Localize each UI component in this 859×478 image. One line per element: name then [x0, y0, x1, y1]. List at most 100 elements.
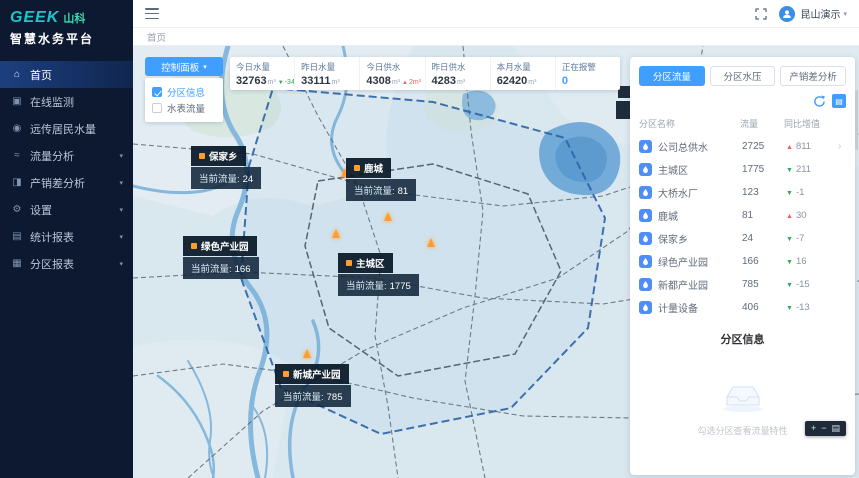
checkbox-icon[interactable]	[152, 87, 162, 97]
map-marker-icon[interactable]	[427, 238, 435, 247]
stat-cell: 正在报警 0	[556, 57, 620, 90]
user-avatar[interactable]	[779, 6, 795, 22]
layer-panel: 控制面板 分区信息 水表流量	[145, 57, 223, 122]
stat-label: 本月水量	[497, 61, 549, 73]
water-drop-icon	[639, 186, 652, 199]
sidebar-item-label: 设置	[30, 202, 119, 218]
trend-arrow-icon: ▲	[786, 213, 793, 220]
zoom-out-icon[interactable]: −	[821, 424, 826, 433]
scrollbar[interactable]	[855, 90, 858, 150]
panel-actions: ▤	[639, 94, 846, 108]
clipped-tooltip	[616, 101, 630, 119]
water-drop-icon	[639, 163, 652, 176]
chevron-down-icon	[843, 10, 847, 18]
stat-unit: m³	[268, 79, 276, 86]
zone-delta: ▼-15	[786, 279, 838, 290]
zone-table-row[interactable]: 大桥水厂 123 ▼-1	[639, 181, 846, 204]
zone-name: 鹿城	[658, 208, 742, 223]
topbar: 昆山演示	[133, 0, 859, 28]
trend-arrow-icon: ▼	[786, 190, 793, 197]
zone-flow: 166	[742, 256, 786, 267]
stat-label: 昨日水量	[301, 61, 353, 73]
zone-flow: 406	[742, 302, 786, 313]
zone-delta: ▼16	[786, 256, 838, 267]
zone-flow: 1775	[742, 164, 786, 175]
water-drop-icon	[639, 232, 652, 245]
stat-label: 今日水量	[236, 61, 288, 73]
fullscreen-icon[interactable]	[755, 8, 767, 20]
sidebar-item-label: 流量分析	[30, 148, 119, 164]
chevron-right-icon	[838, 141, 846, 152]
panel-grid-icon[interactable]: ▤	[832, 94, 846, 108]
chevron-down-icon	[119, 260, 123, 268]
sidebar-item-在线监测[interactable]: ▣ 在线监测	[0, 88, 133, 115]
layer-option[interactable]: 分区信息	[152, 84, 216, 100]
zone-delta: ▼-7	[786, 233, 838, 244]
zone-delta: ▲811	[786, 141, 838, 152]
zoom-in-icon[interactable]: +	[811, 424, 816, 433]
chevron-down-icon	[119, 206, 123, 214]
map-marker-icon[interactable]	[303, 349, 311, 358]
empty-state-icon	[639, 379, 846, 418]
breadcrumb-item-home[interactable]: 首页	[147, 30, 166, 44]
tab-分区流量[interactable]: 分区流量	[639, 66, 705, 86]
sidebar-item-label: 分区报表	[30, 256, 119, 272]
refresh-icon[interactable]	[813, 95, 826, 108]
zone-table-row[interactable]: 主城区 1775 ▼211	[639, 158, 846, 181]
zone-table-row[interactable]: 公司总供水 2725 ▲811	[639, 135, 846, 158]
zone-table-row[interactable]: 新都产业园 785 ▼-15	[639, 273, 846, 296]
zone-table-row[interactable]: 保家乡 24 ▼-7	[639, 227, 846, 250]
zone-table-header: 分区名称 流量 同比增值	[639, 117, 846, 130]
zone-delta: ▼-13	[786, 302, 838, 313]
tab-产销差分析[interactable]: 产销差分析	[780, 66, 846, 86]
water-drop-icon	[639, 140, 652, 153]
trend-arrow-icon: ▼	[786, 305, 793, 312]
zone-detail-title: 分区信息	[639, 331, 846, 347]
zone-table-row[interactable]: 绿色产业园 166 ▼16	[639, 250, 846, 273]
sidebar-item-远传居民水量[interactable]: ◉ 远传居民水量	[0, 115, 133, 142]
sidebar-item-设置[interactable]: ⚙ 设置	[0, 196, 133, 223]
sidebar: GEEK 山科 智慧水务平台 ⌂ 首页 ▣ 在线监测 ◉ 远传居民水量 ≈ 流量…	[0, 0, 133, 478]
stat-cell: 今日供水 4308 m³ ▲2m³	[360, 57, 425, 90]
zone-name: 主城区	[658, 162, 742, 177]
zone-name: 新都产业园	[658, 277, 742, 292]
sidebar-item-label: 首页	[30, 67, 123, 83]
collapse-sidebar-icon[interactable]	[145, 8, 159, 19]
sidebar-item-流量分析[interactable]: ≈ 流量分析	[0, 142, 133, 169]
stat-unit: m³	[528, 79, 536, 86]
chevron-down-icon	[119, 152, 123, 160]
checkbox-icon[interactable]	[152, 103, 162, 113]
sidebar-item-产销差分析[interactable]: ◨ 产销差分析	[0, 169, 133, 196]
sidebar-menu: ⌂ 首页 ▣ 在线监测 ◉ 远传居民水量 ≈ 流量分析 ◨ 产销差分析 ⚙ 设置…	[0, 61, 133, 277]
sidebar-item-统计报表[interactable]: ▤ 统计报表	[0, 223, 133, 250]
layer-option-label: 分区信息	[167, 85, 205, 99]
zone-table-row[interactable]: 计量设备 406 ▼-13	[639, 296, 846, 319]
layer-panel-button[interactable]: 控制面板	[145, 57, 223, 76]
water-drop-icon	[639, 301, 652, 314]
tab-分区水压[interactable]: 分区水压	[710, 66, 776, 86]
sidebar-item-分区报表[interactable]: ▦ 分区报表	[0, 250, 133, 277]
stat-label: 正在报警	[562, 61, 614, 73]
map-marker-icon[interactable]	[341, 168, 349, 177]
stat-value: 4308	[366, 75, 390, 87]
sidebar-item-首页[interactable]: ⌂ 首页	[0, 61, 133, 88]
zone-table-row[interactable]: 鹿城 81 ▲30	[639, 204, 846, 227]
logo-subtext: 山科	[63, 10, 85, 26]
stat-unit: m³	[392, 79, 400, 86]
water-drop-icon	[639, 278, 652, 291]
username[interactable]: 昆山演示	[800, 6, 840, 21]
map-marker-icon[interactable]	[384, 212, 392, 221]
stats-bar: 今日水量 32763 m³ ▼-343m³ 昨日水量 33111 m³ 今日供水…	[230, 57, 620, 90]
stat-label: 昨日供水	[432, 61, 484, 73]
brand-logo: GEEK 山科 智慧水务平台	[0, 0, 133, 55]
main-area: 昆山演示 首页	[133, 0, 859, 478]
stat-unit: m³	[457, 79, 465, 86]
zone-name: 计量设备	[658, 300, 742, 315]
stat-cell: 昨日水量 33111 m³	[295, 57, 360, 90]
layer-option[interactable]: 水表流量	[152, 100, 216, 116]
layers-icon[interactable]: ▤	[832, 424, 841, 433]
trend-arrow-icon: ▼	[786, 282, 793, 289]
stat-delta: ▲2m³	[402, 79, 421, 86]
map-marker-icon[interactable]	[332, 229, 340, 238]
trend-arrow-icon: ▼	[786, 167, 793, 174]
